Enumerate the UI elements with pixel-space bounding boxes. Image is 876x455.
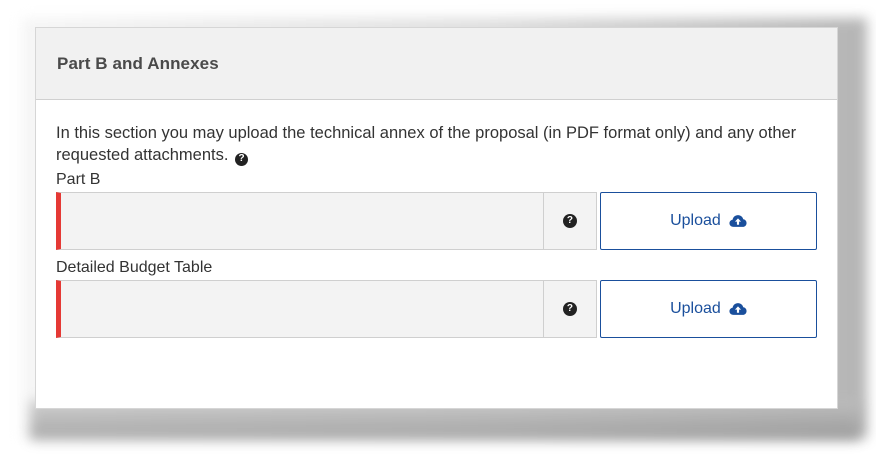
file-display-part-b [56,192,544,250]
upload-row-part-b: ? Upload [56,192,817,250]
file-display-budget-table [56,280,544,338]
cloud-upload-icon [729,215,747,227]
panel-title: Part B and Annexes [57,53,219,73]
intro-text: In this section you may upload the techn… [56,124,797,164]
upload-button-part-b[interactable]: Upload [599,192,817,250]
intro-text-block: In this section you may upload the techn… [56,122,816,166]
panel-header: Part B and Annexes [36,28,837,100]
question-circle-icon: ? [562,214,577,228]
upload-button-budget-table[interactable]: Upload [599,280,817,338]
part-b-panel: Part B and Annexes In this section you m… [35,27,838,409]
field-label-part-b: Part B [56,171,101,188]
upload-button-label: Upload [670,300,721,317]
help-cell-budget-table[interactable]: ? [543,280,597,338]
intro-help-icon[interactable]: ? [235,152,249,166]
panel-body: In this section you may upload the techn… [36,100,837,338]
upload-button-label: Upload [670,212,721,229]
help-cell-part-b[interactable]: ? [543,192,597,250]
cloud-upload-icon [729,303,747,315]
question-circle-icon: ? [562,302,577,316]
field-label-budget-table: Detailed Budget Table [56,259,213,276]
upload-row-budget-table: ? Upload [56,280,817,338]
